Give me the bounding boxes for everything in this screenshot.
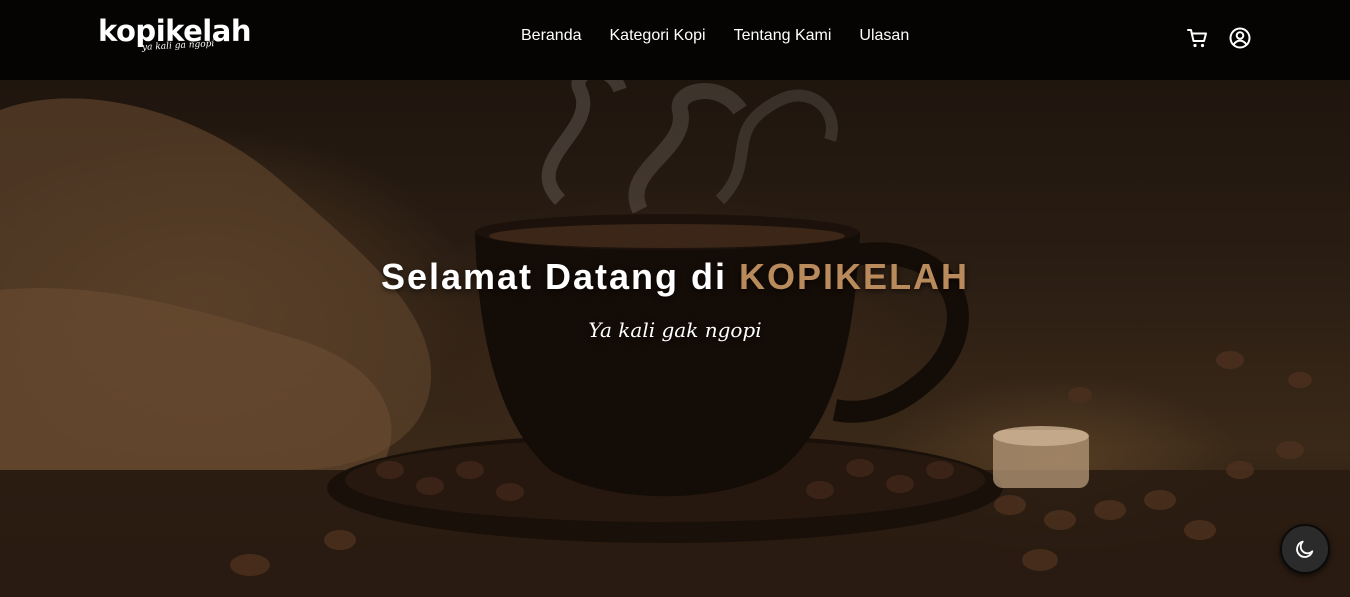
theme-toggle-button[interactable]	[1280, 524, 1330, 574]
navbar: kopikelah ya kali ga ngopi Beranda Kateg…	[0, 0, 1350, 80]
nav-link-ulasan[interactable]: Ulasan	[859, 26, 909, 46]
nav-links: Beranda Kategori Kopi Tentang Kami Ulasa…	[521, 26, 909, 46]
hero-section	[0, 0, 1350, 597]
hero-background-image	[0, 64, 1350, 597]
headline-prefix: Selamat Datang di	[380, 256, 728, 297]
user-circle-icon[interactable]	[1228, 26, 1252, 50]
cart-icon[interactable]	[1186, 26, 1210, 50]
nav-link-kategori-kopi[interactable]: Kategori Kopi	[610, 26, 706, 46]
headline-brand: KOPIKELAH	[739, 256, 970, 297]
moon-icon	[1296, 540, 1314, 558]
nav-link-tentang-kami[interactable]: Tentang Kami	[734, 26, 832, 46]
hero-tagline: Ya kali gak ngopi	[588, 318, 762, 342]
logo[interactable]: kopikelah ya kali ga ngopi	[98, 14, 251, 58]
nav-icons	[1186, 26, 1252, 50]
hero-headline: Selamat Datang di KOPIKELAH	[0, 256, 1350, 298]
nav-link-beranda[interactable]: Beranda	[521, 26, 582, 46]
